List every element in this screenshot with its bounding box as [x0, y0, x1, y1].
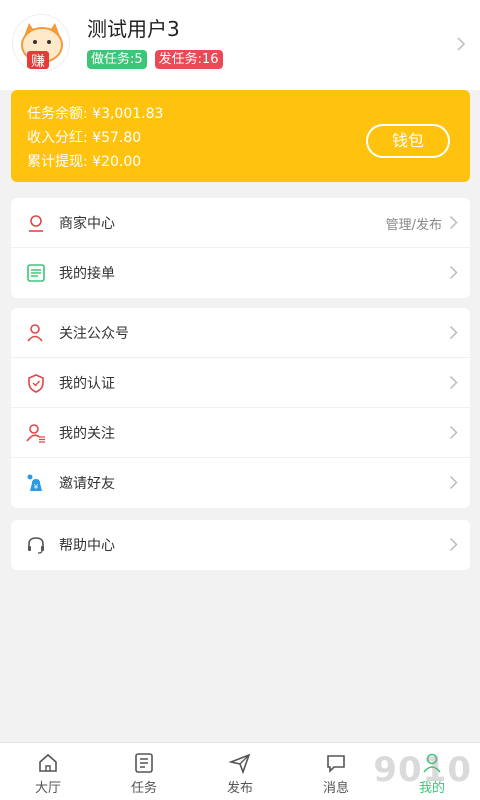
- chevron-right-icon: [449, 425, 458, 440]
- chevron-right-icon: [449, 375, 458, 390]
- chevron-right-icon: [449, 215, 458, 230]
- menu-item-my-following[interactable]: 我的关注: [11, 408, 470, 458]
- tab-label: 大厅: [34, 781, 61, 796]
- manage-publish-text: 管理/发布: [385, 218, 442, 233]
- tab-messages[interactable]: 消息: [288, 743, 384, 800]
- tab-tasks[interactable]: 任务: [96, 743, 192, 800]
- follow-account-icon: [27, 324, 43, 342]
- menu-item-merchant-center[interactable]: 商家中心 管理/发布: [11, 198, 470, 248]
- orders-icon: [27, 264, 45, 282]
- chevron-right-icon: [449, 265, 458, 280]
- menu-item-my-orders[interactable]: 我的接单: [11, 248, 470, 298]
- profile-header[interactable]: 赚 测试用户3 做任务:5 发任务:16: [0, 0, 480, 90]
- svg-text:赚: 赚: [31, 54, 45, 70]
- menu-item-help-center[interactable]: 帮助中心: [11, 520, 470, 570]
- chevron-right-icon: [449, 325, 458, 340]
- invite-friends-icon: ¥: [27, 474, 42, 491]
- following-list-icon: [26, 424, 45, 443]
- chevron-right-icon: [449, 537, 458, 552]
- menu-group-account: 关注公众号 我的认证 我的关注 ¥ 邀请好友: [11, 308, 470, 508]
- task-list-icon: [135, 753, 153, 773]
- menu-label: 商家中心: [59, 216, 115, 232]
- menu-group-help: 帮助中心: [11, 520, 470, 570]
- menu-label: 我的认证: [59, 376, 115, 392]
- menu-label: 我的接单: [59, 266, 115, 282]
- menu-label: 我的关注: [59, 426, 115, 442]
- do-tasks-badge: 做任务:5: [87, 50, 147, 69]
- home-icon: [39, 753, 57, 772]
- menu-item-verification[interactable]: 我的认证: [11, 358, 470, 408]
- post-tasks-badge: 发任务:16: [154, 50, 223, 69]
- task-balance: 任务余额: ¥3,001.83: [27, 106, 164, 122]
- avatar[interactable]: 赚: [12, 14, 70, 72]
- merchant-icon: [29, 215, 43, 232]
- headset-icon: [28, 537, 44, 554]
- tab-label: 消息: [322, 781, 349, 796]
- menu-label: 帮助中心: [59, 538, 115, 554]
- send-icon: [229, 753, 251, 774]
- tab-label: 任务: [130, 781, 157, 796]
- message-icon: [327, 755, 345, 773]
- watermark: 9010: [373, 750, 472, 790]
- menu-label: 关注公众号: [59, 326, 129, 342]
- username: 测试用户3: [87, 17, 180, 41]
- svg-text:¥: ¥: [34, 483, 39, 491]
- menu-label: 邀请好友: [59, 476, 115, 492]
- verification-shield-icon: [28, 374, 44, 393]
- tab-hall[interactable]: 大厅: [0, 743, 96, 800]
- total-withdrawn: 累计提现: ¥20.00: [27, 154, 142, 170]
- income-dividend: 收入分红: ¥57.80: [27, 130, 142, 146]
- wallet-card: 任务余额: ¥3,001.83 收入分红: ¥57.80 累计提现: ¥20.0…: [11, 90, 470, 182]
- chevron-right-icon: [457, 37, 466, 51]
- menu-group-merchant: 商家中心 管理/发布 我的接单: [11, 198, 470, 298]
- tab-label: 发布: [226, 781, 253, 796]
- menu-item-follow-account[interactable]: 关注公众号: [11, 308, 470, 358]
- wallet-button[interactable]: 钱包: [366, 124, 450, 158]
- menu-item-invite-friends[interactable]: ¥ 邀请好友: [11, 458, 470, 508]
- chevron-right-icon: [449, 475, 458, 490]
- tab-publish[interactable]: 发布: [192, 743, 288, 800]
